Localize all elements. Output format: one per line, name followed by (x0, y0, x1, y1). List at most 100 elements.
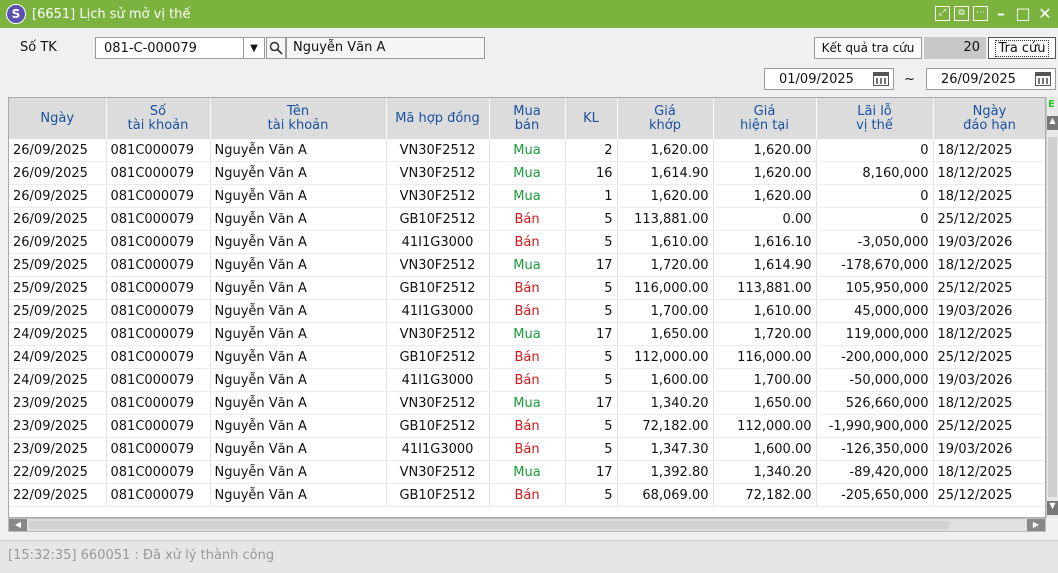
table-cell: 1,392.80 (617, 460, 714, 484)
table-cell: Nguyễn Văn A (210, 161, 387, 185)
column-header[interactable]: KL (565, 98, 618, 139)
table-cell: Nguyễn Văn A (210, 299, 387, 323)
column-header[interactable]: Mua bán (489, 98, 566, 139)
close-icon[interactable]: ✕ (1036, 4, 1054, 23)
table-cell: 1,700.00 (617, 299, 714, 323)
column-header-line1: Ngày (40, 110, 75, 126)
table-cell: 1,620.00 (713, 161, 817, 185)
window-title: [6651] Lịch sử mở vị thế (32, 6, 191, 22)
calendar-icon[interactable] (1035, 72, 1051, 86)
column-header[interactable]: Ngày đáo hạn (933, 98, 1045, 139)
table-cell: 41I1G3000 (386, 368, 490, 392)
table-cell: Mua (489, 184, 566, 208)
window-controls: ⤢ ⧉ ⋯ – □ ✕ (935, 4, 1054, 23)
table-cell: 45,000,000 (816, 299, 934, 323)
column-header[interactable]: Số tài khoản (106, 98, 211, 139)
column-header[interactable]: Lãi lỗ vị thế (816, 98, 934, 139)
table-row[interactable]: 23/09/2025 081C000079 Nguyễn Văn A 41I1G300… (9, 437, 1045, 461)
restore-icon[interactable]: ⤢ (935, 5, 950, 21)
positions-table[interactable]: Ngày Số tài khoản Tên tài khoản Mã hợp đồng Mu… (8, 97, 1046, 518)
table-cell: 24/09/2025 (9, 368, 107, 392)
table-cell: 5 (565, 207, 618, 231)
table-cell: 18/12/2025 (933, 184, 1045, 208)
table-cell: 8,160,000 (816, 161, 934, 185)
table-cell: -126,350,000 (816, 437, 934, 461)
table-cell: GB10F2512 (386, 345, 490, 369)
table-cell: 081C000079 (106, 414, 211, 438)
table-cell: VN30F2512 (386, 322, 490, 346)
table-cell: 1,620.00 (713, 184, 817, 208)
table-row[interactable]: 25/09/2025 081C000079 Nguyễn Văn A 41I1G300… (9, 299, 1045, 323)
table-cell: 081C000079 (106, 391, 211, 415)
scroll-left-icon[interactable]: ◀ (9, 519, 27, 531)
table-cell: Bán (489, 345, 566, 369)
table-row[interactable]: 26/09/2025 081C000079 Nguyễn Văn A VN30F251… (9, 184, 1045, 208)
column-header[interactable]: Giá hiện tại (713, 98, 817, 139)
table-cell: 1,620.00 (617, 184, 714, 208)
minimize-icon[interactable]: – (992, 4, 1010, 23)
table-row[interactable]: 25/09/2025 081C000079 Nguyễn Văn A GB10F251… (9, 276, 1045, 300)
chevron-down-icon[interactable]: ▼ (243, 38, 264, 58)
result-button[interactable]: Kết quả tra cứu (814, 37, 922, 59)
table-row[interactable]: 24/09/2025 081C000079 Nguyễn Văn A VN30F251… (9, 322, 1045, 346)
account-name-field: Nguyễn Văn A (286, 37, 485, 59)
table-cell: Nguyễn Văn A (210, 184, 387, 208)
table-cell: 41I1G3000 (386, 230, 490, 254)
table-cell: Mua (489, 322, 566, 346)
search-button[interactable]: Tra cứu (988, 37, 1056, 59)
vertical-scrollbar[interactable]: E ▲ ▼ (1046, 97, 1058, 518)
table-cell: 081C000079 (106, 368, 211, 392)
column-header[interactable]: Giá khớp (617, 98, 714, 139)
table-cell: 72,182.00 (713, 483, 817, 507)
column-header[interactable]: Ngày (9, 98, 107, 139)
table-cell: 081C000079 (106, 207, 211, 231)
table-cell: Mua (489, 161, 566, 185)
filter-row: Số TK 081-C-000079 ▼ Nguyễn Văn A Kết qu… (0, 36, 1058, 60)
maximize-icon[interactable]: □ (1014, 4, 1032, 23)
table-cell: 26/09/2025 (9, 184, 107, 208)
to-date-field[interactable]: 26/09/2025 (926, 68, 1056, 90)
scroll-up-icon[interactable]: ▲ (1047, 116, 1058, 130)
table-row[interactable]: 26/09/2025 081C000079 Nguyễn Văn A VN30F251… (9, 161, 1045, 185)
column-header-line1: Tên (286, 103, 310, 119)
table-row[interactable]: 22/09/2025 081C000079 Nguyễn Văn A GB10F251… (9, 483, 1045, 507)
scroll-thumb-horizontal[interactable] (29, 521, 949, 529)
account-select[interactable]: 081-C-000079 ▼ (95, 37, 265, 59)
column-header[interactable]: Mã hợp đồng (386, 98, 490, 139)
calendar-icon[interactable] (873, 72, 889, 86)
table-cell: Mua (489, 139, 566, 162)
horizontal-scrollbar[interactable]: ◀ ▶ (8, 518, 1046, 532)
table-cell: Bán (489, 437, 566, 461)
table-row[interactable]: 25/09/2025 081C000079 Nguyễn Văn A VN30F251… (9, 253, 1045, 277)
scroll-thumb[interactable] (1048, 137, 1057, 497)
table-row[interactable]: 26/09/2025 081C000079 Nguyễn Văn A GB10F251… (9, 207, 1045, 231)
table-row[interactable]: 26/09/2025 081C000079 Nguyễn Văn A 41I1G300… (9, 230, 1045, 254)
scroll-down-icon[interactable]: ▼ (1047, 501, 1058, 515)
table-cell: Nguyễn Văn A (210, 345, 387, 369)
column-header[interactable]: Tên tài khoản (210, 98, 387, 139)
popout-icon[interactable]: ⧉ (954, 5, 969, 21)
table-row[interactable]: 24/09/2025 081C000079 Nguyễn Văn A GB10F251… (9, 345, 1045, 369)
from-date-field[interactable]: 01/09/2025 (764, 68, 894, 90)
search-icon[interactable] (266, 37, 286, 59)
table-cell: 1,614.90 (617, 161, 714, 185)
scroll-right-icon[interactable]: ▶ (1027, 519, 1045, 531)
table-cell: 41I1G3000 (386, 299, 490, 323)
column-header-line1: Mã hợp đồng (395, 110, 480, 126)
search-button-label: Tra cứu (995, 39, 1049, 57)
table-row[interactable]: 26/09/2025 081C000079 Nguyễn Văn A VN30F251… (9, 139, 1045, 162)
table-cell: VN30F2512 (386, 391, 490, 415)
table-row[interactable]: 23/09/2025 081C000079 Nguyễn Văn A VN30F251… (9, 391, 1045, 415)
column-header-line1: Lãi lỗ (857, 103, 892, 119)
table-cell: 1,614.90 (713, 253, 817, 277)
table-cell: 18/12/2025 (933, 139, 1045, 162)
table-cell: 0 (816, 184, 934, 208)
table-cell: Nguyễn Văn A (210, 230, 387, 254)
table-cell: Nguyễn Văn A (210, 391, 387, 415)
table-row[interactable]: 23/09/2025 081C000079 Nguyễn Văn A GB10F251… (9, 414, 1045, 438)
table-row[interactable]: 22/09/2025 081C000079 Nguyễn Văn A VN30F251… (9, 460, 1045, 484)
options-icon[interactable]: ⋯ (973, 5, 988, 21)
table-cell: Bán (489, 230, 566, 254)
table-row[interactable]: 24/09/2025 081C000079 Nguyễn Văn A 41I1G300… (9, 368, 1045, 392)
table-cell: 526,660,000 (816, 391, 934, 415)
